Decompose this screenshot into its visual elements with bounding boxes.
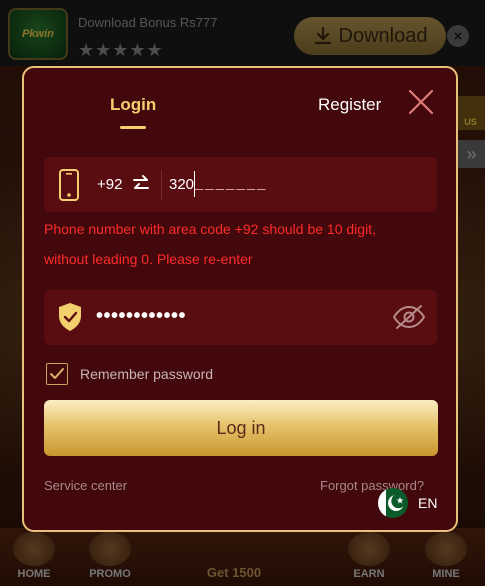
check-icon — [50, 368, 64, 379]
login-button[interactable]: Log in — [44, 400, 438, 456]
phone-input[interactable]: 320 — [169, 176, 194, 193]
language-selector[interactable]: EN — [418, 495, 437, 511]
forgot-password-link[interactable]: Forgot password? — [320, 478, 424, 493]
pakistan-flag-icon[interactable] — [378, 488, 408, 518]
service-center-link[interactable]: Service center — [44, 478, 127, 493]
password-field[interactable]: •••••••••••• — [44, 290, 437, 345]
eye-off-icon[interactable] — [392, 304, 426, 330]
remember-password-checkbox[interactable] — [46, 363, 68, 385]
close-icon[interactable] — [407, 88, 435, 116]
phone-error-message: Phone number with area code +92 should b… — [44, 221, 376, 267]
phone-icon — [59, 169, 79, 201]
remember-password-label[interactable]: Remember password — [80, 366, 213, 382]
tab-login[interactable]: Login — [110, 95, 156, 115]
login-modal: Login Register +92 320 _______ Phone num… — [22, 66, 458, 532]
password-input[interactable]: •••••••••••• — [96, 305, 186, 328]
country-code-selector[interactable]: +92 — [97, 176, 122, 193]
shield-icon — [59, 303, 81, 331]
swap-icon[interactable] — [132, 174, 150, 194]
phone-field[interactable]: +92 320 _______ — [44, 157, 437, 212]
field-divider — [161, 170, 162, 200]
tab-register[interactable]: Register — [318, 95, 381, 115]
tab-login-indicator — [120, 126, 146, 129]
phone-mask: _______ — [195, 174, 268, 191]
